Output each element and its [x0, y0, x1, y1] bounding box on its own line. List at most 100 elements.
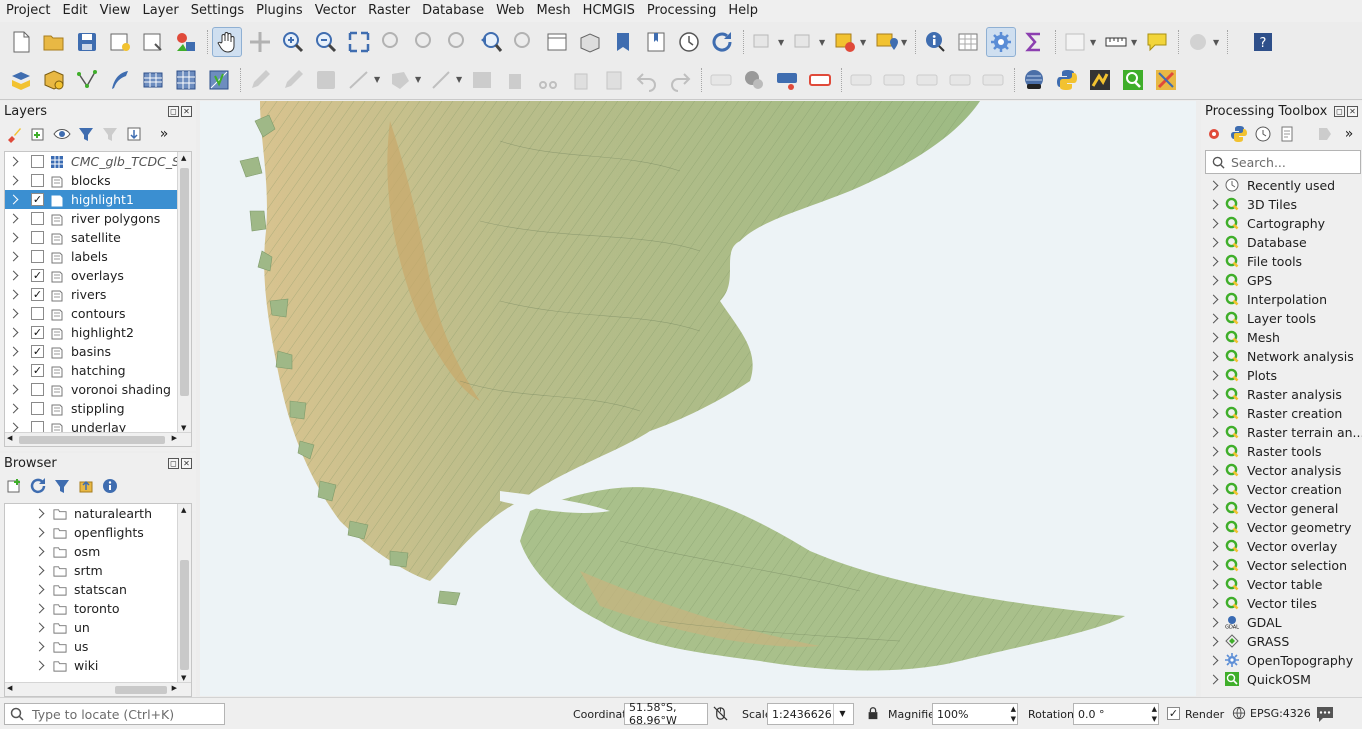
toolbox-provider-item[interactable]: Network analysis [1205, 347, 1362, 366]
plugin-button[interactable] [1085, 65, 1115, 95]
expand-arrow-icon[interactable] [1208, 522, 1219, 533]
scroll-down-icon[interactable]: ▼ [181, 674, 186, 682]
chevron-down-icon[interactable]: ▼ [778, 38, 786, 47]
new-geopackage-button[interactable] [39, 65, 69, 95]
layer-labeling-button[interactable] [739, 65, 769, 95]
expand-arrow-icon[interactable] [34, 622, 45, 633]
label-tool-button[interactable] [706, 65, 736, 95]
manage-visibility-button[interactable] [52, 124, 72, 144]
zoom-to-selection-button[interactable] [377, 27, 407, 57]
layer-visibility-checkbox[interactable] [31, 231, 44, 244]
expand-arrow-icon[interactable] [1208, 636, 1219, 647]
close-icon[interactable]: ✕ [1347, 105, 1358, 117]
modify-attributes-button[interactable] [467, 65, 497, 95]
toolbox-provider-item[interactable]: Mesh [1205, 328, 1362, 347]
browser-folder-item[interactable]: toronto [31, 599, 191, 618]
expand-arrow-icon[interactable] [34, 584, 45, 595]
horizontal-scrollbar[interactable]: ◀ ▶ [5, 682, 191, 696]
expand-arrow-icon[interactable] [1208, 465, 1219, 476]
osm-download-button[interactable] [1019, 65, 1049, 95]
layer-visibility-checkbox[interactable]: ✓ [31, 364, 44, 377]
refresh-button[interactable] [707, 27, 737, 57]
vertical-scrollbar[interactable]: ▲ ▼ [177, 504, 191, 684]
coordinate-field[interactable]: 51.58°S, 68.96°W [624, 701, 708, 727]
menu-layer[interactable]: Layer [137, 0, 185, 22]
layer-item[interactable]: river polygons [5, 209, 191, 228]
toolbox-provider-item[interactable]: 3D Tiles [1205, 195, 1362, 214]
properties-button[interactable] [100, 476, 120, 496]
rotate-label-button[interactable] [912, 65, 942, 95]
chevron-down-icon[interactable]: ▼ [456, 75, 464, 84]
redo-button[interactable] [665, 65, 695, 95]
processing-toolbox-button[interactable] [986, 27, 1016, 57]
paste-features-button[interactable] [599, 65, 629, 95]
toolbox-provider-item[interactable]: GPS [1205, 271, 1362, 290]
toolbox-provider-item[interactable]: Vector analysis [1205, 461, 1362, 480]
layer-item[interactable]: contours [5, 304, 191, 323]
expand-arrow-icon[interactable] [8, 327, 19, 338]
pin-labels-button[interactable] [772, 65, 802, 95]
delete-selected-button[interactable] [500, 65, 530, 95]
new-virtual-layer-button[interactable] [138, 65, 168, 95]
toggle-editing-button[interactable] [278, 65, 308, 95]
style-manager-button[interactable] [171, 27, 201, 57]
scale-field[interactable]: 1:2436626 ▼ [767, 703, 854, 725]
vertex-tool-button[interactable] [426, 65, 456, 95]
scrollbar-thumb[interactable] [180, 168, 189, 396]
expand-arrow-icon[interactable] [8, 175, 19, 186]
save-edits-button[interactable] [311, 65, 341, 95]
chevron-down-icon[interactable]: ▼ [374, 75, 382, 84]
toolbox-provider-item[interactable]: Vector table [1205, 575, 1362, 594]
show-tips-button[interactable] [1183, 27, 1213, 57]
quickosm-button[interactable] [1118, 65, 1148, 95]
toolbox-provider-item[interactable]: Layer tools [1205, 309, 1362, 328]
float-icon[interactable]: ◻ [168, 457, 179, 469]
expand-arrow-icon[interactable] [34, 660, 45, 671]
chevron-down-icon[interactable]: ▼ [1090, 38, 1098, 47]
copy-features-button[interactable] [566, 65, 596, 95]
expand-arrow-icon[interactable] [1208, 560, 1219, 571]
layer-visibility-checkbox[interactable] [31, 307, 44, 320]
layer-visibility-checkbox[interactable] [31, 155, 44, 168]
expand-arrow-icon[interactable] [8, 346, 19, 357]
layer-item[interactable]: ✓ highlight2 [5, 323, 191, 342]
expand-all-button[interactable] [124, 124, 144, 144]
toolbox-provider-item[interactable]: Cartography [1205, 214, 1362, 233]
expand-arrow-icon[interactable] [1208, 351, 1219, 362]
toolbox-provider-item[interactable]: Raster terrain an... [1205, 423, 1362, 442]
chevron-down-icon[interactable]: ▼ [901, 38, 909, 47]
expand-arrow-icon[interactable] [34, 508, 45, 519]
zoom-last-button[interactable] [476, 27, 506, 57]
temporal-controller-button[interactable] [674, 27, 704, 57]
layer-item[interactable]: stippling [5, 399, 191, 418]
vertical-scrollbar[interactable]: ▲ ▼ [177, 152, 191, 434]
menu-mesh[interactable]: Mesh [530, 0, 576, 22]
expand-arrow-icon[interactable] [8, 384, 19, 395]
expand-arrow-icon[interactable] [34, 603, 45, 614]
menu-plugins[interactable]: Plugins [250, 0, 309, 22]
menu-processing[interactable]: Processing [641, 0, 722, 22]
layer-visibility-checkbox[interactable] [31, 174, 44, 187]
add-group-button[interactable] [28, 124, 48, 144]
select-features-button[interactable] [748, 27, 778, 57]
edit-features-in-place-button[interactable] [1315, 124, 1335, 144]
zoom-to-layer-button[interactable] [410, 27, 440, 57]
filter-expression-button[interactable] [100, 124, 120, 144]
expand-arrow-icon[interactable] [1208, 180, 1219, 191]
open-table-button[interactable] [1060, 27, 1090, 57]
crs-button[interactable]: EPSG:4326 [1232, 706, 1311, 720]
expand-arrow-icon[interactable] [1208, 503, 1219, 514]
layer-visibility-checkbox[interactable]: ✓ [31, 345, 44, 358]
deselect-all-button[interactable] [830, 27, 860, 57]
layer-item[interactable]: ✓ basins [5, 342, 191, 361]
expand-arrow-icon[interactable] [1208, 655, 1219, 666]
scrollbar-thumb[interactable] [180, 560, 189, 670]
show-bookmarks-button[interactable] [641, 27, 671, 57]
label-properties-button[interactable] [978, 65, 1008, 95]
expand-arrow-icon[interactable] [1208, 446, 1219, 457]
layer-item[interactable]: ✓ hatching [5, 361, 191, 380]
menu-help[interactable]: Help [722, 0, 764, 22]
expand-arrow-icon[interactable] [8, 232, 19, 243]
float-icon[interactable]: ◻ [1334, 105, 1345, 117]
float-icon[interactable]: ◻ [168, 105, 179, 117]
